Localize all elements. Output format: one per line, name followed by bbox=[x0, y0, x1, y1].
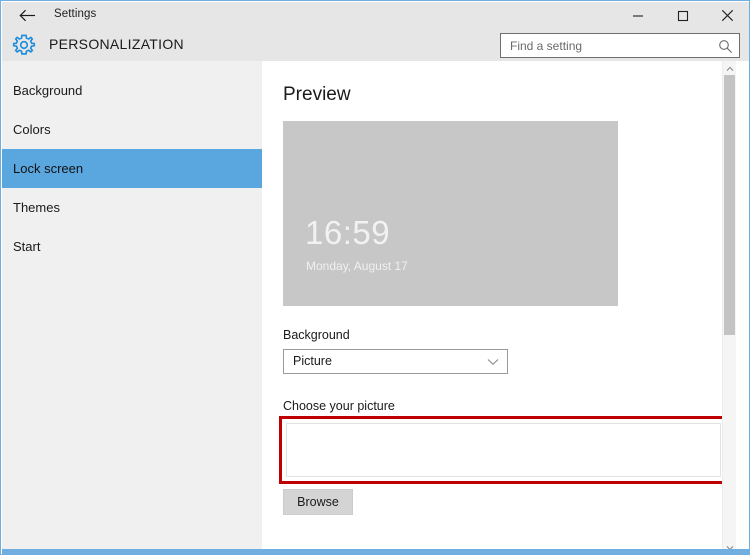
browse-button[interactable]: Browse bbox=[283, 489, 353, 515]
preview-time: 16:59 bbox=[305, 214, 391, 251]
choose-picture-label: Choose your picture bbox=[283, 399, 395, 413]
sidebar-nav-list: Background Colors Lock screen Themes Sta… bbox=[2, 71, 262, 266]
sidebar-item-label: Start bbox=[13, 239, 41, 254]
chevron-down-icon bbox=[486, 355, 500, 369]
sidebar-item-start[interactable]: Start bbox=[2, 227, 262, 266]
scroll-up-button[interactable] bbox=[723, 61, 736, 75]
body-area: Background Colors Lock screen Themes Sta… bbox=[2, 61, 749, 554]
sidebar: Background Colors Lock screen Themes Sta… bbox=[2, 61, 262, 542]
background-label: Background bbox=[283, 328, 350, 342]
app-title: Settings bbox=[54, 8, 97, 20]
search-input[interactable] bbox=[501, 34, 713, 57]
sidebar-item-label: Themes bbox=[13, 200, 60, 215]
title-bar: Settings bbox=[2, 2, 749, 29]
page-header: PERSONALIZATION bbox=[2, 29, 749, 61]
back-button[interactable] bbox=[10, 2, 44, 29]
sidebar-item-label: Background bbox=[13, 83, 83, 98]
sidebar-item-lock-screen[interactable]: Lock screen bbox=[2, 149, 262, 188]
search-icon[interactable] bbox=[716, 37, 734, 55]
lock-screen-preview: 16:59 Monday, August 17 bbox=[283, 121, 618, 306]
sidebar-item-label: Colors bbox=[13, 122, 51, 137]
content-pane: Preview 16:59 Monday, August 17 Backgrou… bbox=[262, 61, 736, 554]
minimize-icon bbox=[632, 10, 644, 22]
window-bottom-filler bbox=[2, 542, 262, 549]
search-box[interactable] bbox=[500, 33, 740, 58]
sidebar-item-themes[interactable]: Themes bbox=[2, 188, 262, 227]
close-button[interactable] bbox=[705, 2, 749, 29]
maximize-button[interactable] bbox=[660, 2, 705, 29]
sidebar-item-background[interactable]: Background bbox=[2, 71, 262, 110]
content-scrollbar[interactable] bbox=[722, 61, 736, 554]
section-heading-preview: Preview bbox=[283, 84, 351, 105]
settings-window: Settings PERSONALIZATION Find a setting … bbox=[0, 0, 750, 555]
scrollbar-thumb[interactable] bbox=[724, 75, 735, 335]
background-dropdown-value: Picture bbox=[293, 354, 332, 368]
back-arrow-icon bbox=[18, 9, 36, 22]
browse-button-label: Browse bbox=[297, 495, 339, 509]
gear-icon bbox=[11, 32, 37, 58]
preview-date: Monday, August 17 bbox=[306, 259, 408, 273]
picture-thumbnail-list[interactable] bbox=[286, 423, 721, 477]
choose-picture-highlight bbox=[279, 416, 726, 484]
maximize-icon bbox=[677, 10, 689, 22]
page-title: PERSONALIZATION bbox=[49, 36, 184, 52]
window-bottom-border bbox=[2, 549, 749, 554]
minimize-button[interactable] bbox=[615, 2, 660, 29]
sidebar-item-label: Lock screen bbox=[13, 161, 84, 176]
sidebar-item-colors[interactable]: Colors bbox=[2, 110, 262, 149]
background-dropdown[interactable]: Picture bbox=[283, 349, 508, 374]
close-icon bbox=[721, 9, 734, 22]
